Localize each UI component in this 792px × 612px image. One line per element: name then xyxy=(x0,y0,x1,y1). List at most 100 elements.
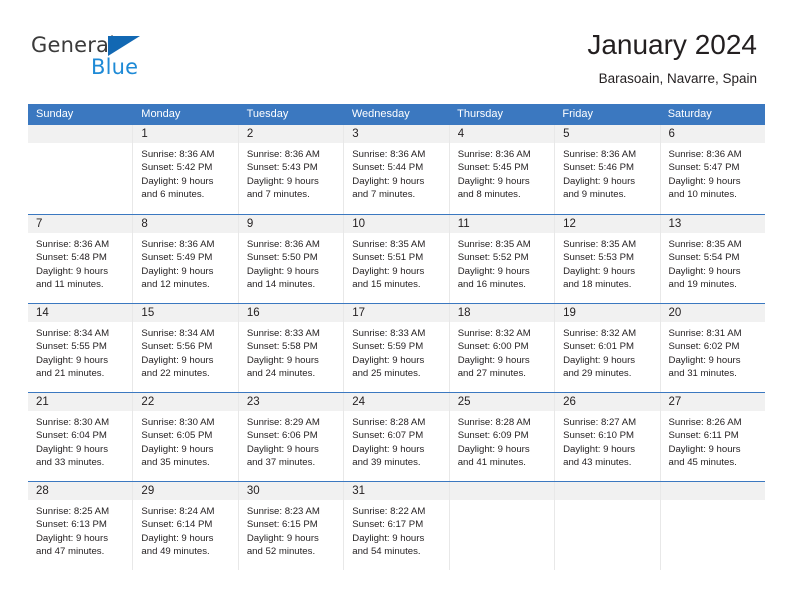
day-cell[interactable]: 1 Sunrise: 8:36 AM Sunset: 5:42 PM Dayli… xyxy=(133,125,239,214)
sunrise-text: Sunrise: 8:35 AM xyxy=(352,239,426,250)
day-cell[interactable]: 18 Sunrise: 8:32 AM Sunset: 6:00 PM Dayl… xyxy=(449,304,556,392)
day-info: Sunrise: 8:28 AM Sunset: 6:09 PM Dayligh… xyxy=(450,411,554,470)
day-cell[interactable]: 30 Sunrise: 8:23 AM Sunset: 6:15 PM Dayl… xyxy=(238,482,345,570)
day-info: Sunrise: 8:30 AM Sunset: 6:05 PM Dayligh… xyxy=(133,411,237,470)
calendar-grid: Sunday Monday Tuesday Wednesday Thursday… xyxy=(28,104,765,570)
day-cell[interactable]: 5 Sunrise: 8:36 AM Sunset: 5:46 PM Dayli… xyxy=(555,125,661,214)
day-number: 28 xyxy=(28,482,133,500)
day-cell[interactable]: 23 Sunrise: 8:29 AM Sunset: 6:06 PM Dayl… xyxy=(238,393,345,481)
sunrise-text: Sunrise: 8:31 AM xyxy=(668,328,742,339)
week-row: 7 Sunrise: 8:36 AM Sunset: 5:48 PM Dayli… xyxy=(28,214,765,303)
day-cell[interactable]: 10 Sunrise: 8:35 AM Sunset: 5:51 PM Dayl… xyxy=(344,215,450,303)
sunset-text: Sunset: 6:09 PM xyxy=(457,430,529,442)
daylight-text: Daylight: 9 hours and 39 minutes. xyxy=(352,443,425,469)
sunset-text: Sunset: 5:46 PM xyxy=(563,162,635,174)
sunrise-text: Sunrise: 8:24 AM xyxy=(141,506,215,517)
day-cell[interactable]: 24 Sunrise: 8:28 AM Sunset: 6:07 PM Dayl… xyxy=(344,393,450,481)
week-row: 14 Sunrise: 8:34 AM Sunset: 5:55 PM Dayl… xyxy=(28,303,765,392)
day-number: 1 xyxy=(133,125,238,143)
day-info: Sunrise: 8:36 AM Sunset: 5:42 PM Dayligh… xyxy=(133,143,237,202)
day-number: 7 xyxy=(28,215,133,233)
day-cell[interactable]: 6 Sunrise: 8:36 AM Sunset: 5:47 PM Dayli… xyxy=(660,125,765,214)
day-info: Sunrise: 8:35 AM Sunset: 5:54 PM Dayligh… xyxy=(661,233,765,292)
day-cell[interactable]: 15 Sunrise: 8:34 AM Sunset: 5:56 PM Dayl… xyxy=(133,304,239,392)
day-info: Sunrise: 8:35 AM Sunset: 5:53 PM Dayligh… xyxy=(555,233,659,292)
day-info: Sunrise: 8:36 AM Sunset: 5:46 PM Dayligh… xyxy=(555,143,659,202)
day-cell[interactable]: 20 Sunrise: 8:31 AM Sunset: 6:02 PM Dayl… xyxy=(660,304,765,392)
sunset-text: Sunset: 5:58 PM xyxy=(246,341,318,353)
day-number: 15 xyxy=(133,304,238,322)
day-cell[interactable]: 12 Sunrise: 8:35 AM Sunset: 5:53 PM Dayl… xyxy=(555,215,661,303)
sunrise-text: Sunrise: 8:36 AM xyxy=(668,149,742,160)
day-number: 4 xyxy=(449,125,555,143)
day-info: Sunrise: 8:23 AM Sunset: 6:15 PM Dayligh… xyxy=(239,500,343,559)
day-cell[interactable]: 13 Sunrise: 8:35 AM Sunset: 5:54 PM Dayl… xyxy=(660,215,765,303)
day-cell[interactable]: 11 Sunrise: 8:35 AM Sunset: 5:52 PM Dayl… xyxy=(449,215,556,303)
weekday-header-thursday: Thursday xyxy=(457,108,503,120)
day-cell[interactable]: 14 Sunrise: 8:34 AM Sunset: 5:55 PM Dayl… xyxy=(28,304,134,392)
daylight-text: Daylight: 9 hours and 33 minutes. xyxy=(36,443,108,469)
day-cell[interactable] xyxy=(28,125,134,214)
sunrise-text: Sunrise: 8:34 AM xyxy=(36,328,110,339)
day-cell[interactable]: 3 Sunrise: 8:36 AM Sunset: 5:44 PM Dayli… xyxy=(344,125,450,214)
day-info: Sunrise: 8:36 AM Sunset: 5:50 PM Dayligh… xyxy=(239,233,343,292)
sunrise-text: Sunrise: 8:32 AM xyxy=(563,328,637,339)
sunset-text: Sunset: 6:05 PM xyxy=(141,430,213,442)
sunrise-text: Sunrise: 8:35 AM xyxy=(668,239,742,250)
sunrise-text: Sunrise: 8:33 AM xyxy=(246,328,320,339)
day-number: 3 xyxy=(344,125,449,143)
day-cell[interactable]: 2 Sunrise: 8:36 AM Sunset: 5:43 PM Dayli… xyxy=(238,125,345,214)
daylight-text: Daylight: 9 hours and 16 minutes. xyxy=(457,265,530,291)
daylight-text: Daylight: 9 hours and 22 minutes. xyxy=(141,354,214,380)
weekday-header-row: Sunday Monday Tuesday Wednesday Thursday… xyxy=(28,104,765,125)
sunset-text: Sunset: 5:44 PM xyxy=(352,162,424,174)
day-cell[interactable]: 4 Sunrise: 8:36 AM Sunset: 5:45 PM Dayli… xyxy=(449,125,556,214)
day-cell[interactable]: 7 Sunrise: 8:36 AM Sunset: 5:48 PM Dayli… xyxy=(28,215,134,303)
sunrise-text: Sunrise: 8:25 AM xyxy=(36,506,110,517)
day-cell[interactable]: 22 Sunrise: 8:30 AM Sunset: 6:05 PM Dayl… xyxy=(133,393,239,481)
day-cell[interactable]: 19 Sunrise: 8:32 AM Sunset: 6:01 PM Dayl… xyxy=(555,304,661,392)
daylight-text: Daylight: 9 hours and 6 minutes. xyxy=(141,175,214,201)
day-info: Sunrise: 8:36 AM Sunset: 5:43 PM Dayligh… xyxy=(239,143,343,202)
daylight-text: Daylight: 9 hours and 7 minutes. xyxy=(246,175,319,201)
day-cell[interactable]: 21 Sunrise: 8:30 AM Sunset: 6:04 PM Dayl… xyxy=(28,393,134,481)
day-number: 2 xyxy=(238,125,344,143)
day-cell[interactable]: 31 Sunrise: 8:22 AM Sunset: 6:17 PM Dayl… xyxy=(344,482,450,570)
generalblue-logo[interactable]: General Blue xyxy=(31,33,161,81)
sunrise-text: Sunrise: 8:36 AM xyxy=(352,149,426,160)
title-block: January 2024 Barasoain, Navarre, Spain xyxy=(587,28,757,89)
day-cell[interactable] xyxy=(555,482,661,570)
day-info: Sunrise: 8:33 AM Sunset: 5:58 PM Dayligh… xyxy=(239,322,343,381)
sunrise-text: Sunrise: 8:36 AM xyxy=(246,239,320,250)
day-cell[interactable] xyxy=(449,482,556,570)
day-cell[interactable]: 29 Sunrise: 8:24 AM Sunset: 6:14 PM Dayl… xyxy=(133,482,239,570)
sunrise-text: Sunrise: 8:23 AM xyxy=(246,506,320,517)
day-cell[interactable]: 28 Sunrise: 8:25 AM Sunset: 6:13 PM Dayl… xyxy=(28,482,134,570)
day-info: Sunrise: 8:34 AM Sunset: 5:56 PM Dayligh… xyxy=(133,322,237,381)
sunset-text: Sunset: 6:11 PM xyxy=(668,430,739,442)
daylight-text: Daylight: 9 hours and 7 minutes. xyxy=(352,175,425,201)
day-cell[interactable]: 26 Sunrise: 8:27 AM Sunset: 6:10 PM Dayl… xyxy=(555,393,661,481)
day-cell[interactable] xyxy=(660,482,765,570)
day-cell[interactable]: 17 Sunrise: 8:33 AM Sunset: 5:59 PM Dayl… xyxy=(344,304,450,392)
day-number: 31 xyxy=(344,482,449,500)
sunset-text: Sunset: 6:04 PM xyxy=(36,430,107,442)
day-cell[interactable]: 9 Sunrise: 8:36 AM Sunset: 5:50 PM Dayli… xyxy=(238,215,345,303)
sunset-text: Sunset: 5:49 PM xyxy=(141,252,213,264)
day-number: 10 xyxy=(344,215,449,233)
sunrise-text: Sunrise: 8:35 AM xyxy=(457,239,531,250)
daylight-text: Daylight: 9 hours and 45 minutes. xyxy=(668,443,741,469)
sunset-text: Sunset: 5:45 PM xyxy=(457,162,529,174)
daylight-text: Daylight: 9 hours and 31 minutes. xyxy=(668,354,741,380)
sunset-text: Sunset: 6:02 PM xyxy=(668,341,740,353)
day-info: Sunrise: 8:28 AM Sunset: 6:07 PM Dayligh… xyxy=(344,411,448,470)
day-cell[interactable]: 8 Sunrise: 8:36 AM Sunset: 5:49 PM Dayli… xyxy=(133,215,239,303)
weekday-header-monday: Monday xyxy=(141,108,181,120)
day-cell[interactable]: 16 Sunrise: 8:33 AM Sunset: 5:58 PM Dayl… xyxy=(238,304,345,392)
day-cell[interactable]: 27 Sunrise: 8:26 AM Sunset: 6:11 PM Dayl… xyxy=(660,393,765,481)
day-cell[interactable]: 25 Sunrise: 8:28 AM Sunset: 6:09 PM Dayl… xyxy=(449,393,556,481)
sunrise-text: Sunrise: 8:22 AM xyxy=(352,506,426,517)
day-number: 23 xyxy=(238,393,344,411)
page-subtitle: Barasoain, Navarre, Spain xyxy=(598,71,757,86)
day-number: 30 xyxy=(238,482,344,500)
